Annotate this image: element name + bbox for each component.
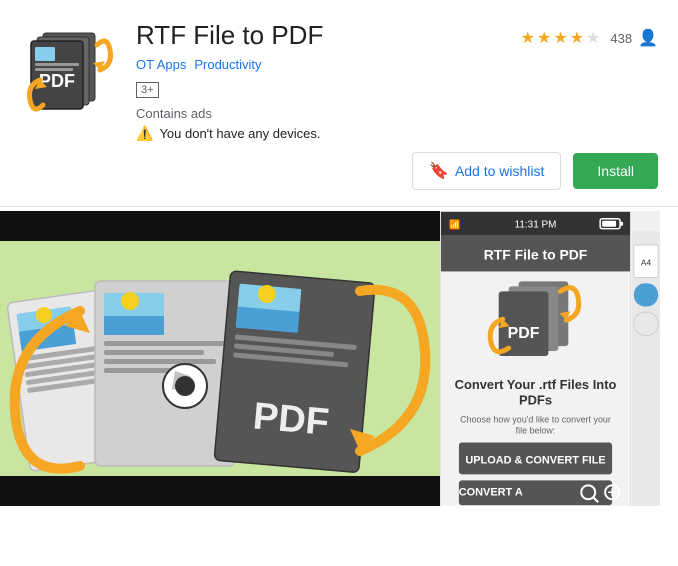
svg-text:PDF: PDF xyxy=(39,71,75,91)
star-4: ★ xyxy=(570,28,584,48)
upload-button-label[interactable]: UPLOAD & CONVERT FILE xyxy=(465,454,605,466)
phone-time: 11:31 PM xyxy=(515,220,557,231)
screenshot-phone[interactable]: 📶 11:31 PM RTF File to PDF PDF xyxy=(440,211,630,506)
screenshot-promo[interactable]: PDF xyxy=(0,211,440,506)
action-area: 🔖 Add to wishlist Install xyxy=(0,152,678,206)
stars: ★ ★ ★ ★ ★ xyxy=(521,28,601,48)
star-3: ★ xyxy=(553,28,567,48)
category-link[interactable]: Productivity xyxy=(194,57,261,72)
convert-title-2: PDFs xyxy=(519,393,552,408)
svg-text:PDF: PDF xyxy=(508,325,540,342)
app-title: RTF File to PDF xyxy=(136,20,505,51)
wishlist-button[interactable]: 🔖 Add to wishlist xyxy=(412,152,561,190)
convert-title: Convert Your .rtf Files Into xyxy=(455,377,617,392)
bookmark-icon: 🔖 xyxy=(429,161,449,181)
star-1: ★ xyxy=(521,28,535,48)
screenshot-third-partial: A4 xyxy=(630,211,660,506)
convert-desc: Choose how you'd like to convert your xyxy=(460,415,611,425)
star-2: ★ xyxy=(537,28,551,48)
warning-text: You don't have any devices. xyxy=(159,126,320,141)
star-5: ★ xyxy=(586,28,600,48)
svg-text:A4: A4 xyxy=(641,257,652,267)
warning-icon: ⚠️ xyxy=(136,125,153,142)
phone-app-title: RTF File to PDF xyxy=(484,247,588,263)
developer-link[interactable]: OT Apps xyxy=(136,57,186,72)
user-icon: 👤 xyxy=(638,28,658,48)
app-tags: OT Apps Productivity xyxy=(136,57,505,72)
install-button[interactable]: Install xyxy=(573,153,658,189)
screenshots-section: PDF 📶 11:31 PM RTF File xyxy=(0,211,678,506)
rating-section: ★ ★ ★ ★ ★ 438 👤 xyxy=(521,20,658,56)
app-info: RTF File to PDF OT Apps Productivity 3+ … xyxy=(136,20,505,142)
svg-text:PDF: PDF xyxy=(251,395,330,443)
warning-row: ⚠️ You don't have any devices. xyxy=(136,125,505,142)
convert-button-label[interactable]: CONVERT A xyxy=(459,486,523,498)
svg-text:📶: 📶 xyxy=(449,219,460,230)
rating-row: ★ ★ ★ ★ ★ 438 👤 xyxy=(521,28,658,48)
divider xyxy=(0,206,678,207)
convert-desc-2: file below: xyxy=(516,426,556,436)
wishlist-label: Add to wishlist xyxy=(455,163,544,179)
age-badge: 3+ xyxy=(136,82,159,98)
app-header: PDF RTF File to PDF OT Apps Productivity… xyxy=(0,0,678,152)
app-icon: PDF xyxy=(20,20,120,120)
contains-ads-label: Contains ads xyxy=(136,106,505,121)
rating-count: 438 xyxy=(610,31,632,46)
